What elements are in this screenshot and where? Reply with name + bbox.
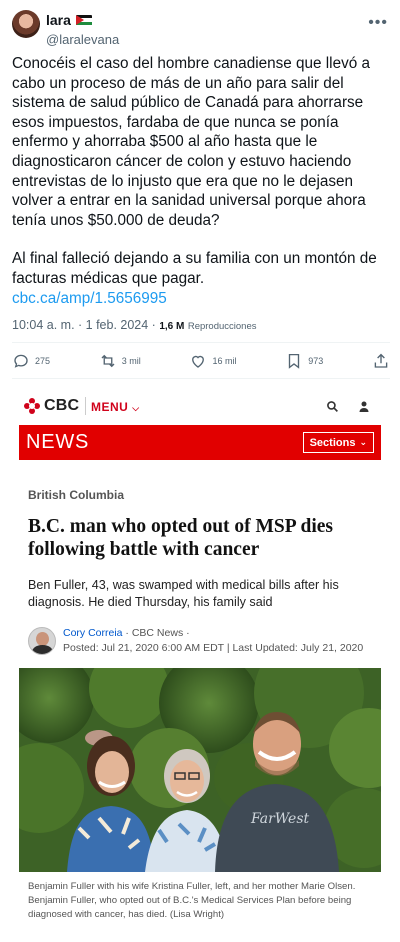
user-icon[interactable]: [358, 400, 370, 413]
divider: [12, 378, 390, 379]
tweet-link[interactable]: cbc.ca/amp/1.5656995: [12, 289, 390, 309]
share-button[interactable]: [372, 352, 390, 370]
share-icon: [374, 353, 388, 368]
bookmark-button[interactable]: 973: [285, 352, 323, 370]
author-name[interactable]: lara: [46, 12, 71, 28]
article-headline: B.C. man who opted out of MSP dies follo…: [28, 516, 333, 560]
views-count: 1,6 M: [159, 321, 185, 332]
author-avatar: [28, 627, 56, 655]
cbc-logo-text: CBC: [44, 397, 80, 414]
author-name-row[interactable]: lara: [46, 12, 92, 28]
bookmark-count: 973: [308, 356, 324, 366]
menu-button[interactable]: MENU ⌵: [91, 400, 140, 414]
tweet-paragraph-2: Al final falleció dejando a su familia c…: [12, 250, 377, 287]
reply-count: 275: [35, 356, 51, 366]
like-count: 16 mil: [212, 356, 237, 366]
shirt-text: FarWest: [250, 811, 310, 827]
news-bar: NEWS Sections ⌄: [19, 425, 381, 460]
article-outlet: · CBC News ·: [122, 627, 190, 639]
tweet-text: Conocéis el caso del hombre canadiense q…: [12, 54, 390, 309]
search-icon[interactable]: [326, 400, 339, 413]
byline: Cory Correia · CBC News ·: [63, 627, 190, 639]
menu-label: MENU: [91, 400, 129, 414]
palestine-flag-icon: [75, 14, 92, 26]
cbc-gem-icon: [24, 398, 40, 414]
tweet-paragraph-1: Conocéis el caso del hombre canadiense q…: [12, 55, 371, 229]
heart-icon: [192, 355, 205, 368]
author-handle[interactable]: @laralevana: [46, 32, 119, 47]
tweet-actions: 275 3 mil 16 mil 973: [12, 350, 390, 372]
cbc-header: CBC MENU ⌵: [19, 385, 381, 425]
views-label: Reproducciones: [187, 321, 257, 332]
photo-caption: Benjamin Fuller with his wife Kristina F…: [28, 881, 356, 920]
embedded-article-screenshot[interactable]: CBC MENU ⌵ NEWS Sections ⌄ British Colum…: [19, 385, 381, 935]
sections-button[interactable]: Sections ⌄: [302, 432, 374, 453]
article-body: British Columbia B.C. man who opted out …: [19, 460, 381, 935]
bookmark-icon: [289, 353, 300, 369]
section-title[interactable]: NEWS: [26, 431, 89, 454]
divider: [12, 342, 390, 343]
reply-icon: [14, 354, 28, 368]
cbc-logo[interactable]: CBC: [24, 397, 79, 415]
article-deck: Ben Fuller, 43, was swamped with medical…: [28, 578, 339, 609]
tweet-meta: 10:04 a. m. · 1 feb. 2024 · 1,6 M Reprod…: [12, 318, 256, 332]
repost-icon: [101, 354, 115, 368]
tweet: lara @laralevana ••• Conocéis el caso de…: [0, 0, 400, 380]
article-author[interactable]: Cory Correia: [63, 627, 123, 639]
sections-label: Sections: [309, 436, 356, 449]
repost-button[interactable]: 3 mil: [99, 352, 141, 370]
header-separator: [85, 397, 86, 415]
article-dates: Posted: Jul 21, 2020 6:00 AM EDT | Last …: [63, 642, 364, 654]
chevron-down-icon: ⌵: [132, 403, 140, 413]
tweet-timestamp[interactable]: 10:04 a. m. · 1 feb. 2024 ·: [12, 318, 156, 332]
like-button[interactable]: 16 mil: [189, 352, 237, 370]
article-category[interactable]: British Columbia: [28, 488, 124, 502]
chevron-down-icon: ⌄: [359, 437, 367, 447]
repost-count: 3 mil: [121, 356, 141, 366]
more-options-icon[interactable]: •••: [368, 14, 388, 32]
article-photo: FarWest: [19, 668, 381, 872]
reply-button[interactable]: 275: [12, 352, 50, 370]
author-avatar[interactable]: [12, 10, 40, 38]
tweet-author: lara @laralevana: [46, 12, 119, 47]
